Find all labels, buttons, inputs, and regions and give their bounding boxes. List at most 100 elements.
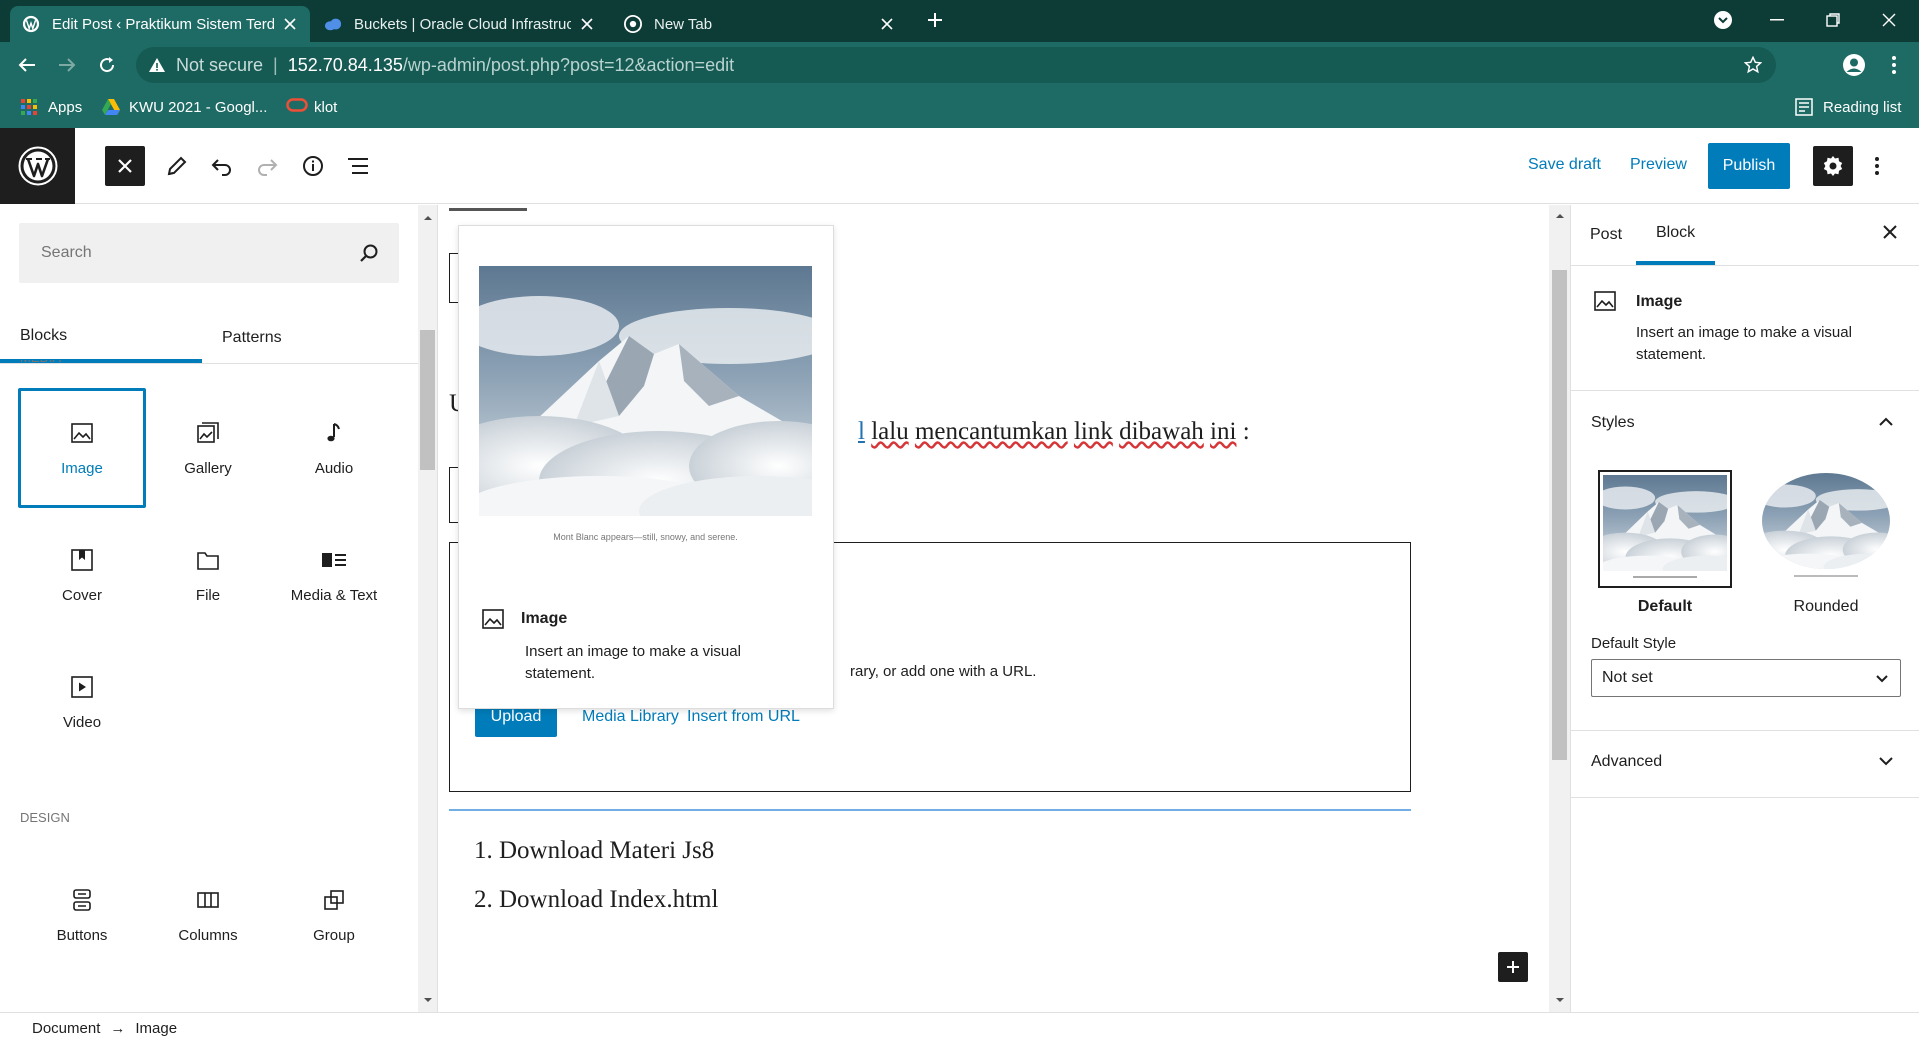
style-rounded-option[interactable] — [1759, 470, 1893, 588]
not-secure-label[interactable]: Not secure — [176, 55, 263, 76]
reload-icon[interactable] — [91, 49, 123, 81]
default-style-label: Default Style — [1591, 635, 1677, 652]
add-block-button[interactable] — [1498, 952, 1528, 982]
restore-icon[interactable] — [1810, 0, 1856, 40]
preview-title: Image — [521, 610, 568, 627]
block-columns[interactable]: Columns — [144, 855, 272, 975]
default-style-value: Not set — [1602, 669, 1653, 686]
reading-list-icon — [1795, 98, 1813, 116]
style-default-option[interactable] — [1598, 470, 1732, 588]
undo-icon[interactable] — [202, 146, 242, 186]
list-view-icon[interactable] — [338, 146, 378, 186]
image-icon — [481, 607, 505, 631]
tab-post[interactable]: Post — [1590, 205, 1622, 265]
close-tab-icon[interactable] — [282, 16, 298, 32]
tab-new-tab[interactable]: New Tab — [612, 6, 907, 42]
redo-icon[interactable] — [247, 146, 287, 186]
breadcrumb-document[interactable]: Document — [32, 1020, 100, 1037]
inserter-scrollbar[interactable] — [418, 205, 437, 1012]
settings-sidebar: Post Block Image Insert an image to make… — [1570, 205, 1919, 1012]
reading-list[interactable]: Reading list — [1795, 98, 1901, 116]
wordpress-logo-icon[interactable] — [0, 128, 75, 204]
save-draft-button[interactable]: Save draft — [1528, 156, 1601, 174]
block-file[interactable]: File — [144, 515, 272, 635]
chevron-down-icon[interactable] — [1877, 752, 1895, 770]
bookmark-kwu[interactable]: KWU 2021 - Googl... — [101, 98, 267, 116]
tab-block[interactable]: Block — [1636, 205, 1716, 265]
forward-icon[interactable] — [51, 49, 83, 81]
publish-button[interactable]: Publish — [1708, 143, 1790, 189]
tab-search-icon[interactable] — [1700, 0, 1746, 40]
paragraph-link[interactable]: l — [858, 418, 865, 445]
scrollbar-thumb[interactable] — [1552, 270, 1567, 760]
tab-oracle-buckets[interactable]: Buckets | Oracle Cloud Infrastruct — [312, 6, 607, 42]
window-close-icon[interactable] — [1866, 0, 1912, 40]
preview-button[interactable]: Preview — [1630, 156, 1687, 174]
scroll-up-arrow-icon[interactable] — [423, 213, 433, 223]
paragraph-block-visible[interactable]: l lalu mencantumkan link dibawah ini : — [833, 390, 1250, 474]
scroll-up-arrow-icon[interactable] — [1555, 211, 1565, 221]
tab-title: Edit Post ‹ Praktikum Sistem Terd — [52, 15, 274, 33]
styles-panel-title[interactable]: Styles — [1591, 414, 1635, 432]
warning-icon[interactable] — [148, 56, 166, 74]
block-media-text[interactable]: Media & Text — [270, 515, 398, 635]
block-cover[interactable]: Cover — [18, 515, 146, 635]
block-audio[interactable]: Audio — [270, 388, 398, 508]
content-scrollbar[interactable] — [1549, 205, 1570, 1012]
style-default-label: Default — [1637, 598, 1693, 615]
address-bar[interactable]: Not secure | 152.70.84.135 /wp-admin/pos… — [136, 47, 1776, 83]
scrollbar-thumb[interactable] — [420, 330, 435, 470]
chevron-up-icon[interactable] — [1877, 413, 1895, 431]
browser-tab-bar: Edit Post ‹ Praktikum Sistem Terd Bucket… — [0, 0, 1919, 42]
default-style-select[interactable]: Not set — [1591, 659, 1901, 697]
chrome-favicon-icon — [624, 15, 642, 33]
media-library-button[interactable]: Media Library — [582, 708, 679, 726]
block-buttons[interactable]: Buttons — [18, 855, 146, 975]
bookmark-star-icon[interactable] — [1744, 56, 1762, 74]
list-item[interactable]: 1. Download Materi Js8 — [474, 837, 714, 865]
block-group[interactable]: Group — [270, 855, 398, 975]
list-item[interactable]: 2. Download Index.html — [474, 886, 718, 914]
preview-caption: Mont Blanc appears—still, snowy, and ser… — [553, 532, 738, 542]
inserter-search[interactable] — [19, 223, 399, 283]
block-image[interactable]: Image — [18, 388, 146, 508]
divider — [1571, 265, 1919, 266]
url-path: /wp-admin/post.php?post=12&action=edit — [402, 54, 735, 75]
block-breadcrumb: Document → Image — [0, 1012, 1919, 1043]
block-video[interactable]: Video — [18, 642, 146, 762]
image-icon — [1593, 289, 1617, 313]
address-separator: | — [273, 54, 278, 75]
breadcrumb-image[interactable]: Image — [135, 1020, 177, 1037]
bookmark-apps[interactable]: Apps — [20, 98, 82, 116]
gallery-icon — [195, 420, 221, 446]
bookmark-klot[interactable]: klot — [286, 98, 337, 116]
scroll-down-arrow-icon[interactable] — [423, 995, 433, 1005]
minimize-icon[interactable] — [1754, 0, 1800, 40]
insert-from-url-button[interactable]: Insert from URL — [687, 708, 800, 726]
preview-header: Image — [481, 607, 567, 631]
search-input[interactable] — [19, 223, 349, 283]
scroll-down-arrow-icon[interactable] — [1555, 995, 1565, 1005]
tab-blocks[interactable]: Blocks — [0, 313, 202, 363]
tab-patterns[interactable]: Patterns — [202, 313, 402, 363]
close-inserter-button[interactable] — [105, 146, 145, 186]
profile-avatar-icon[interactable] — [1838, 49, 1870, 81]
close-tab-icon[interactable] — [579, 16, 595, 32]
block-label: Image — [61, 459, 103, 477]
edit-pencil-icon[interactable] — [157, 146, 197, 186]
category-design-heading: DESIGN — [20, 810, 70, 825]
settings-gear-icon[interactable] — [1813, 146, 1853, 186]
close-sidebar-icon[interactable] — [1883, 225, 1903, 245]
tab-edit-post[interactable]: Edit Post ‹ Praktikum Sistem Terd — [10, 6, 310, 42]
more-options-icon[interactable] — [1862, 146, 1892, 186]
media-text-icon — [321, 547, 347, 573]
divider — [1571, 797, 1919, 798]
close-tab-icon[interactable] — [879, 16, 895, 32]
advanced-panel-title[interactable]: Advanced — [1591, 753, 1662, 771]
back-icon[interactable] — [11, 49, 43, 81]
new-tab-button[interactable] — [915, 0, 955, 40]
block-gallery[interactable]: Gallery — [144, 388, 272, 508]
browser-menu-icon[interactable] — [1878, 49, 1910, 81]
cloud-favicon-icon — [324, 15, 342, 33]
details-info-icon[interactable] — [293, 146, 333, 186]
